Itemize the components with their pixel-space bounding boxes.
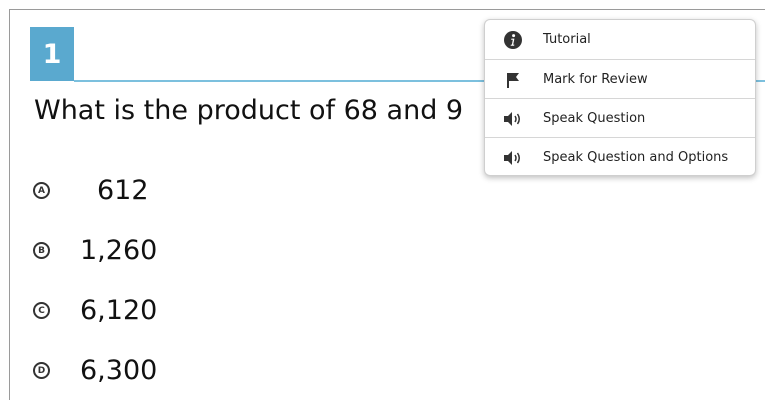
question-text: What is the product of 68 and 9 — [34, 95, 464, 126]
option-letter-c[interactable]: C — [33, 302, 50, 319]
menu-item-speak-question[interactable]: Speak Question — [485, 98, 755, 138]
option-letter-a[interactable]: A — [33, 182, 50, 199]
menu-item-label: Mark for Review — [543, 72, 648, 87]
menu-item-speak-question-and-options[interactable]: Speak Question and Options — [485, 137, 755, 177]
option-c[interactable]: C 6,120 — [33, 295, 157, 326]
option-letter-b[interactable]: B — [33, 242, 50, 259]
option-b[interactable]: B 1,260 — [33, 235, 157, 266]
speaker-icon — [501, 146, 525, 170]
option-value-c[interactable]: 6,120 — [80, 295, 157, 326]
menu-item-mark-for-review[interactable]: Mark for Review — [485, 59, 755, 99]
option-value-a[interactable]: 612 — [97, 175, 149, 206]
info-icon — [501, 28, 525, 52]
menu-item-label: Tutorial — [543, 32, 591, 47]
option-a[interactable]: A 612 — [33, 175, 149, 206]
menu-item-tutorial[interactable]: Tutorial — [485, 20, 755, 59]
question-number-badge: 1 — [30, 27, 74, 81]
context-menu: Tutorial Mark for Review Speak Question — [484, 19, 756, 176]
speaker-icon — [501, 107, 525, 131]
option-d[interactable]: D 6,300 — [33, 355, 157, 386]
flag-icon — [501, 68, 525, 92]
menu-item-label: Speak Question — [543, 111, 646, 126]
option-value-b[interactable]: 1,260 — [80, 235, 157, 266]
option-letter-d[interactable]: D — [33, 362, 50, 379]
option-value-d[interactable]: 6,300 — [80, 355, 157, 386]
menu-item-label: Speak Question and Options — [543, 150, 729, 165]
